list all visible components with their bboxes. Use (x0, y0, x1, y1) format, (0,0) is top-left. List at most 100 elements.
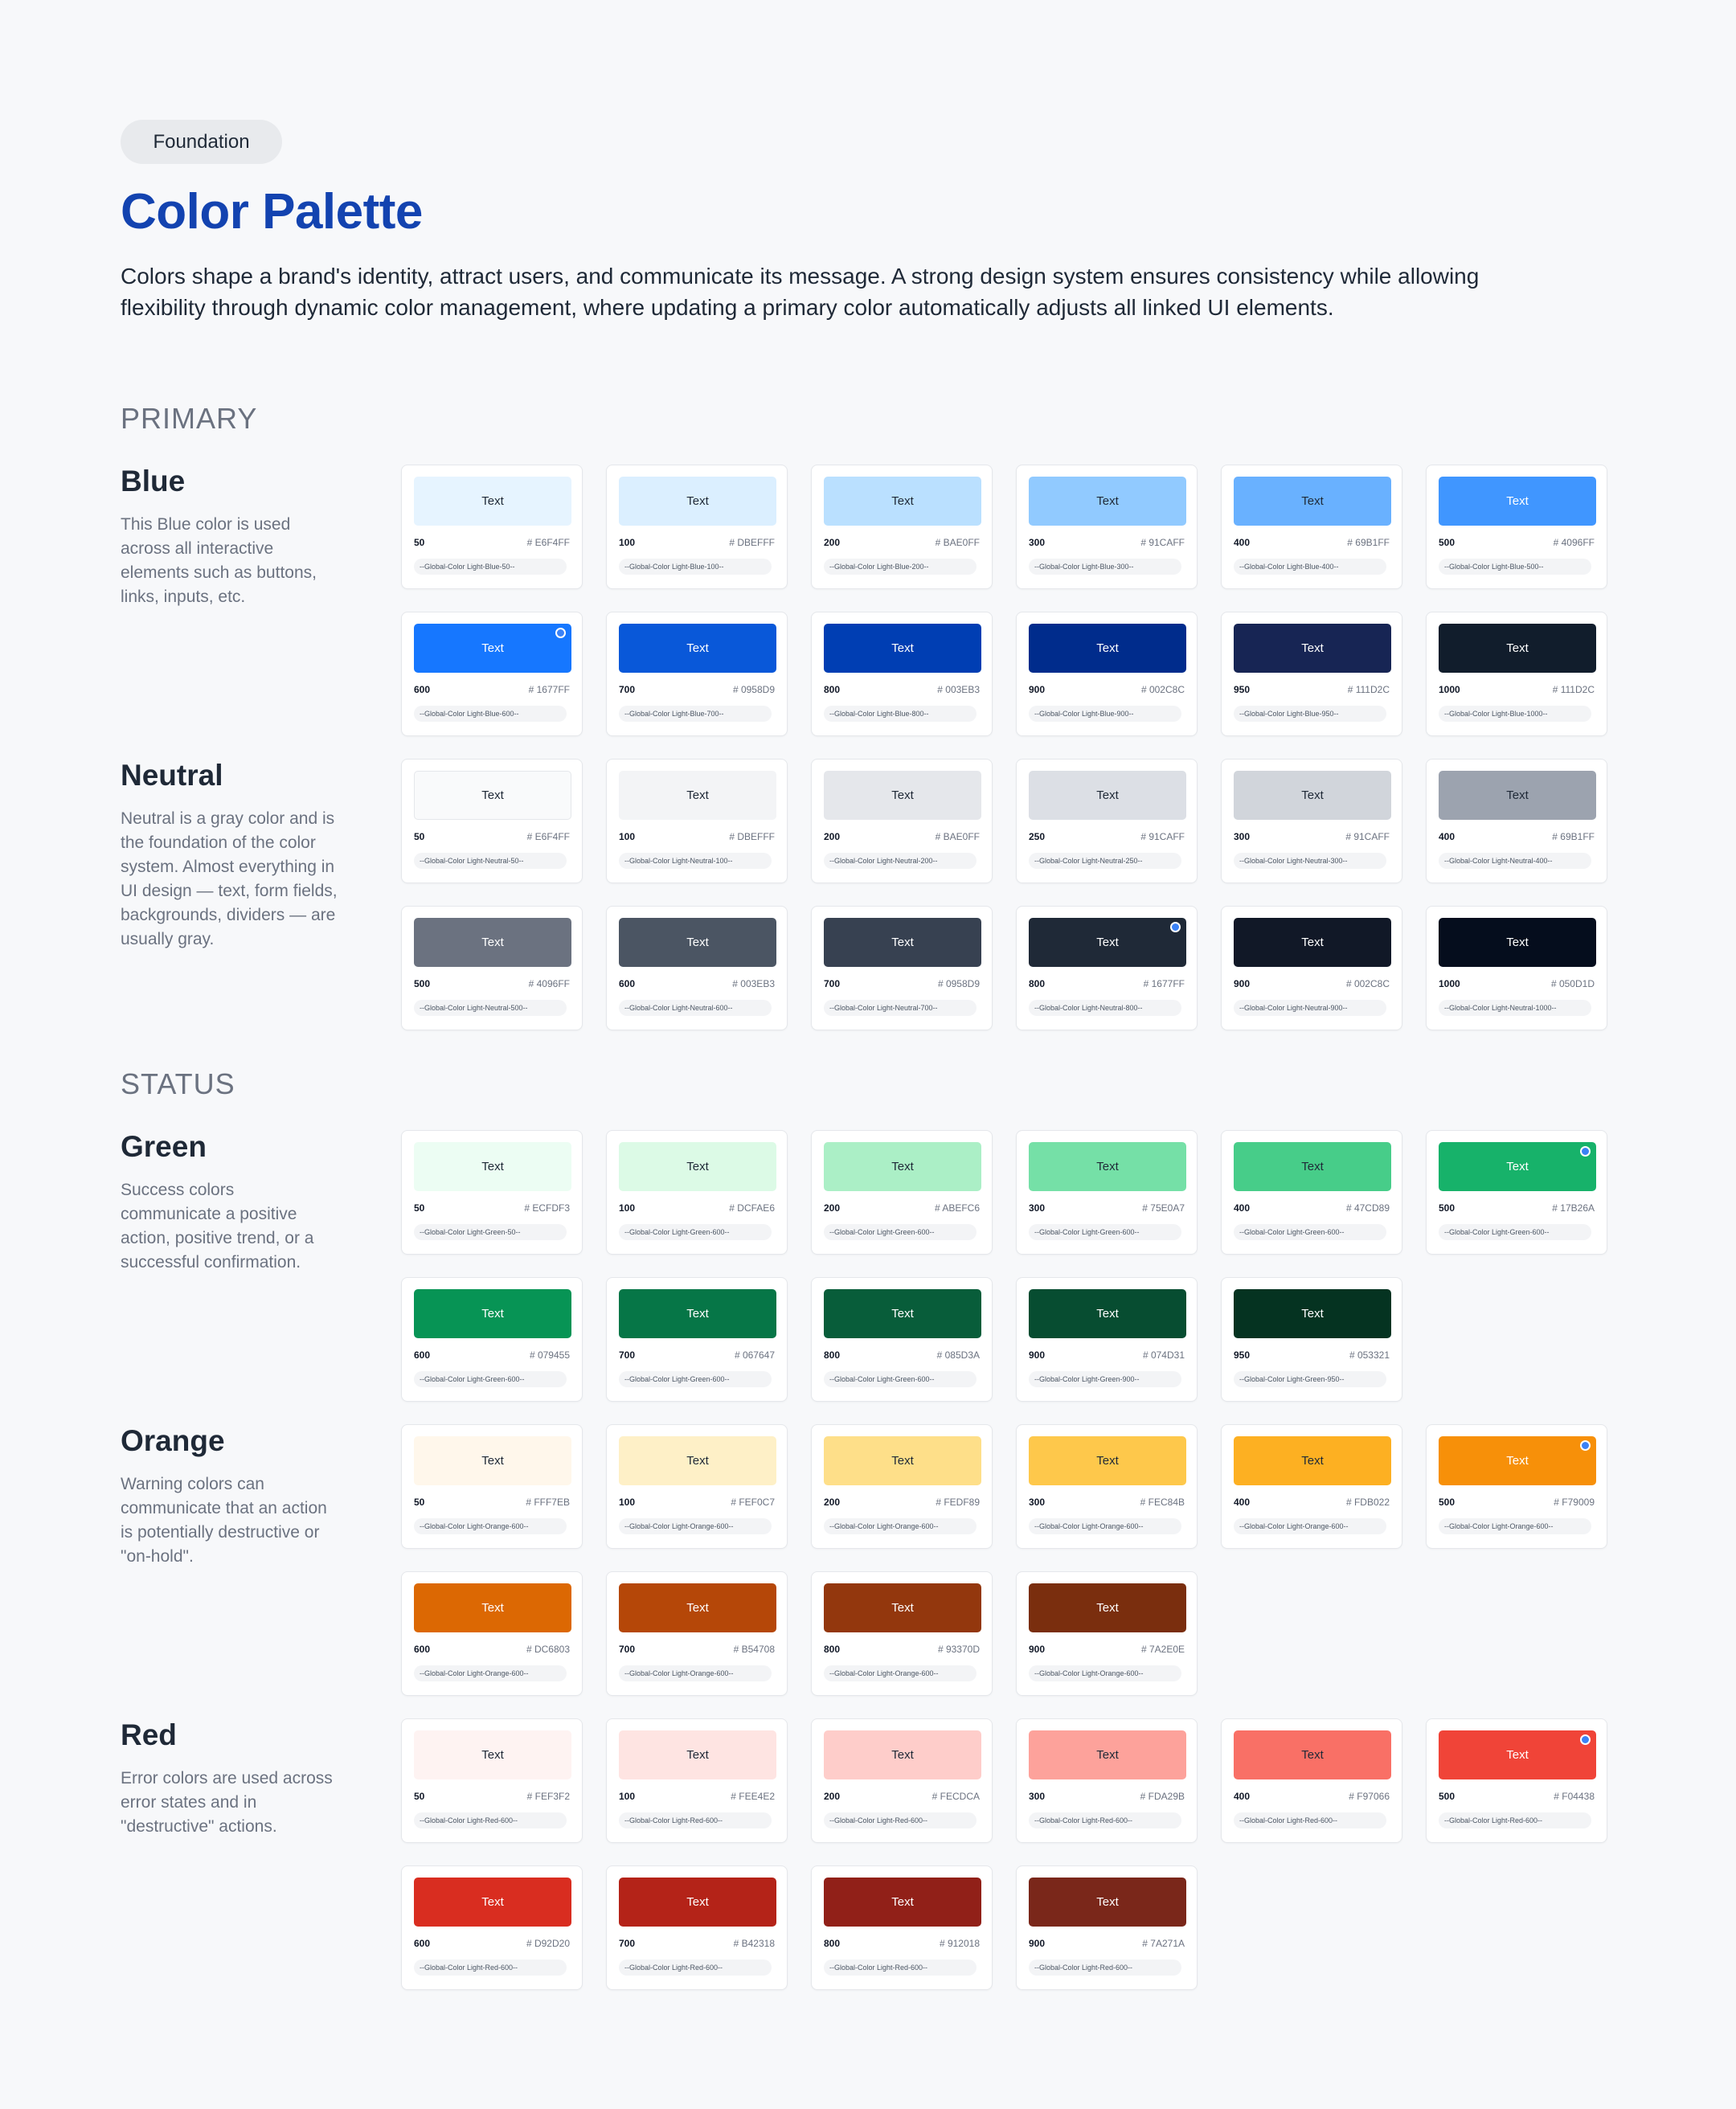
color-card[interactable]: Text 50 # FFF7EB --Global-Color Light-Orang… (401, 1424, 583, 1549)
color-token-name[interactable]: --Global-Color Light-Red-600-- (619, 1960, 772, 1976)
color-token-name[interactable]: --Global-Color Light-Orange-600-- (824, 1665, 976, 1681)
color-card[interactable]: Text 400 # 47CD89 --Global-Color Light-Gree… (1221, 1130, 1402, 1255)
color-swatch[interactable]: Text (1439, 1730, 1596, 1779)
color-swatch[interactable]: Text (1234, 918, 1391, 967)
color-card[interactable]: Text 800 # 003EB3 --Global-Color Light-Blue… (811, 612, 993, 736)
color-token-name[interactable]: --Global-Color Light-Neutral-100-- (619, 853, 772, 869)
color-card[interactable]: Text 800 # 085D3A --Global-Color Light-Gree… (811, 1277, 993, 1402)
color-card[interactable]: Text 50 # FEF3F2 --Global-Color Light-Red-6… (401, 1718, 583, 1843)
color-swatch[interactable]: Text (1439, 771, 1596, 820)
color-swatch[interactable]: Text (1029, 771, 1186, 820)
color-swatch[interactable]: Text (824, 918, 981, 967)
color-swatch[interactable]: Text (1029, 1583, 1186, 1632)
color-swatch[interactable]: Text (1234, 477, 1391, 526)
color-token-name[interactable]: --Global-Color Light-Red-600-- (619, 1812, 772, 1828)
color-swatch[interactable]: Text (619, 1878, 776, 1927)
color-token-name[interactable]: --Global-Color Light-Blue-900-- (1029, 706, 1181, 722)
color-card[interactable]: Text 700 # B54708 --Global-Color Light-Oran… (606, 1571, 788, 1696)
color-card[interactable]: Text 300 # 91CAFF --Global-Color Light-Blue… (1016, 465, 1198, 589)
color-token-name[interactable]: --Global-Color Light-Red-600-- (1029, 1960, 1181, 1976)
color-swatch[interactable]: Text (414, 1289, 571, 1338)
color-card[interactable]: Text 700 # B42318 --Global-Color Light-Red-… (606, 1865, 788, 1990)
color-token-name[interactable]: --Global-Color Light-Green-600-- (619, 1371, 772, 1387)
color-token-name[interactable]: --Global-Color Light-Blue-200-- (824, 559, 976, 575)
color-swatch[interactable]: Text (824, 1878, 981, 1927)
color-swatch[interactable]: Text (1029, 624, 1186, 673)
color-swatch[interactable]: Text (1029, 1436, 1186, 1485)
color-swatch[interactable]: Text (1029, 918, 1186, 967)
color-swatch[interactable]: Text (619, 1436, 776, 1485)
color-token-name[interactable]: --Global-Color Light-Orange-600-- (824, 1518, 976, 1534)
color-card[interactable]: Text 500 # 4096FF --Global-Color Light-Neut… (401, 906, 583, 1030)
color-card[interactable]: Text 100 # DCFAE6 --Global-Color Light-Gree… (606, 1130, 788, 1255)
color-token-name[interactable]: --Global-Color Light-Red-600-- (824, 1960, 976, 1976)
color-card[interactable]: Text 200 # ABEFC6 --Global-Color Light-Gree… (811, 1130, 993, 1255)
color-token-name[interactable]: --Global-Color Light-Green-600-- (619, 1224, 772, 1240)
color-token-name[interactable]: --Global-Color Light-Red-600-- (414, 1812, 567, 1828)
color-token-name[interactable]: --Global-Color Light-Red-600-- (824, 1812, 976, 1828)
color-card[interactable]: Text 1000 # 111D2C --Global-Color Light-Blu… (1426, 612, 1607, 736)
color-card[interactable]: Text 500 # 17B26A --Global-Color Light-Gree… (1426, 1130, 1607, 1255)
color-swatch[interactable]: Text (1234, 771, 1391, 820)
color-card[interactable]: Text 400 # F97066 --Global-Color Light-Red-… (1221, 1718, 1402, 1843)
color-swatch[interactable]: Text (1439, 1436, 1596, 1485)
color-swatch[interactable]: Text (414, 1583, 571, 1632)
color-token-name[interactable]: --Global-Color Light-Red-600-- (1439, 1812, 1591, 1828)
color-card[interactable]: Text 200 # BAE0FF --Global-Color Light-Blue… (811, 465, 993, 589)
color-card[interactable]: Text 800 # 1677FF --Global-Color Light-Neut… (1016, 906, 1198, 1030)
color-token-name[interactable]: --Global-Color Light-Neutral-400-- (1439, 853, 1591, 869)
color-swatch[interactable]: Text (414, 1878, 571, 1927)
color-card[interactable]: Text 600 # 003EB3 --Global-Color Light-Neut… (606, 906, 788, 1030)
color-token-name[interactable]: --Global-Color Light-Neutral-300-- (1234, 853, 1386, 869)
color-card[interactable]: Text 700 # 0958D9 --Global-Color Light-Neut… (811, 906, 993, 1030)
color-token-name[interactable]: --Global-Color Light-Blue-950-- (1234, 706, 1386, 722)
color-card[interactable]: Text 100 # DBEFFF --Global-Color Light-Neut… (606, 759, 788, 883)
color-card[interactable]: Text 900 # 002C8C --Global-Color Light-Blue… (1016, 612, 1198, 736)
color-token-name[interactable]: --Global-Color Light-Red-600-- (1234, 1812, 1386, 1828)
color-token-name[interactable]: --Global-Color Light-Green-950-- (1234, 1371, 1386, 1387)
color-card[interactable]: Text 300 # 75E0A7 --Global-Color Light-Gree… (1016, 1130, 1198, 1255)
color-token-name[interactable]: --Global-Color Light-Neutral-200-- (824, 853, 976, 869)
color-token-name[interactable]: --Global-Color Light-Blue-1000-- (1439, 706, 1591, 722)
color-card[interactable]: Text 300 # FEC84B --Global-Color Light-Oran… (1016, 1424, 1198, 1549)
color-swatch[interactable]: Text (414, 1436, 571, 1485)
color-card[interactable]: Text 400 # FDB022 --Global-Color Light-Oran… (1221, 1424, 1402, 1549)
color-swatch[interactable]: Text (824, 1142, 981, 1191)
color-token-name[interactable]: --Global-Color Light-Orange-600-- (619, 1665, 772, 1681)
color-card[interactable]: Text 250 # 91CAFF --Global-Color Light-Neut… (1016, 759, 1198, 883)
color-swatch[interactable]: Text (619, 1583, 776, 1632)
color-token-name[interactable]: --Global-Color Light-Red-600-- (414, 1960, 567, 1976)
color-swatch[interactable]: Text (1439, 918, 1596, 967)
color-card[interactable]: Text 500 # F79009 --Global-Color Light-Oran… (1426, 1424, 1607, 1549)
color-token-name[interactable]: --Global-Color Light-Orange-600-- (414, 1665, 567, 1681)
color-card[interactable]: Text 200 # FEDF89 --Global-Color Light-Oran… (811, 1424, 993, 1549)
color-token-name[interactable]: --Global-Color Light-Blue-500-- (1439, 559, 1591, 575)
color-card[interactable]: Text 100 # FEE4E2 --Global-Color Light-Red-… (606, 1718, 788, 1843)
color-token-name[interactable]: --Global-Color Light-Green-600-- (1234, 1224, 1386, 1240)
color-token-name[interactable]: --Global-Color Light-Blue-300-- (1029, 559, 1181, 575)
color-card[interactable]: Text 400 # 69B1FF --Global-Color Light-Neut… (1426, 759, 1607, 883)
color-token-name[interactable]: --Global-Color Light-Blue-100-- (619, 559, 772, 575)
color-card[interactable]: Text 900 # 074D31 --Global-Color Light-Gree… (1016, 1277, 1198, 1402)
color-card[interactable]: Text 100 # DBEFFF --Global-Color Light-Blue… (606, 465, 788, 589)
color-swatch[interactable]: Text (1439, 1142, 1596, 1191)
color-swatch[interactable]: Text (414, 624, 571, 673)
color-token-name[interactable]: --Global-Color Light-Green-600-- (824, 1371, 976, 1387)
color-token-name[interactable]: --Global-Color Light-Blue-400-- (1234, 559, 1386, 575)
color-token-name[interactable]: --Global-Color Light-Neutral-600-- (619, 1000, 772, 1016)
color-swatch[interactable]: Text (619, 1142, 776, 1191)
color-token-name[interactable]: --Global-Color Light-Orange-600-- (1439, 1518, 1591, 1534)
color-card[interactable]: Text 600 # D92D20 --Global-Color Light-Red-… (401, 1865, 583, 1990)
color-token-name[interactable]: --Global-Color Light-Orange-600-- (414, 1518, 567, 1534)
color-swatch[interactable]: Text (1439, 477, 1596, 526)
color-token-name[interactable]: --Global-Color Light-Orange-600-- (1234, 1518, 1386, 1534)
color-swatch[interactable]: Text (824, 1583, 981, 1632)
color-card[interactable]: Text 200 # BAE0FF --Global-Color Light-Neut… (811, 759, 993, 883)
color-swatch[interactable]: Text (619, 1730, 776, 1779)
color-token-name[interactable]: --Global-Color Light-Blue-50-- (414, 559, 567, 575)
color-token-name[interactable]: --Global-Color Light-Blue-600-- (414, 706, 567, 722)
color-token-name[interactable]: --Global-Color Light-Green-600-- (824, 1224, 976, 1240)
color-swatch[interactable]: Text (619, 918, 776, 967)
color-token-name[interactable]: --Global-Color Light-Blue-700-- (619, 706, 772, 722)
color-card[interactable]: Text 100 # FEF0C7 --Global-Color Light-Oran… (606, 1424, 788, 1549)
